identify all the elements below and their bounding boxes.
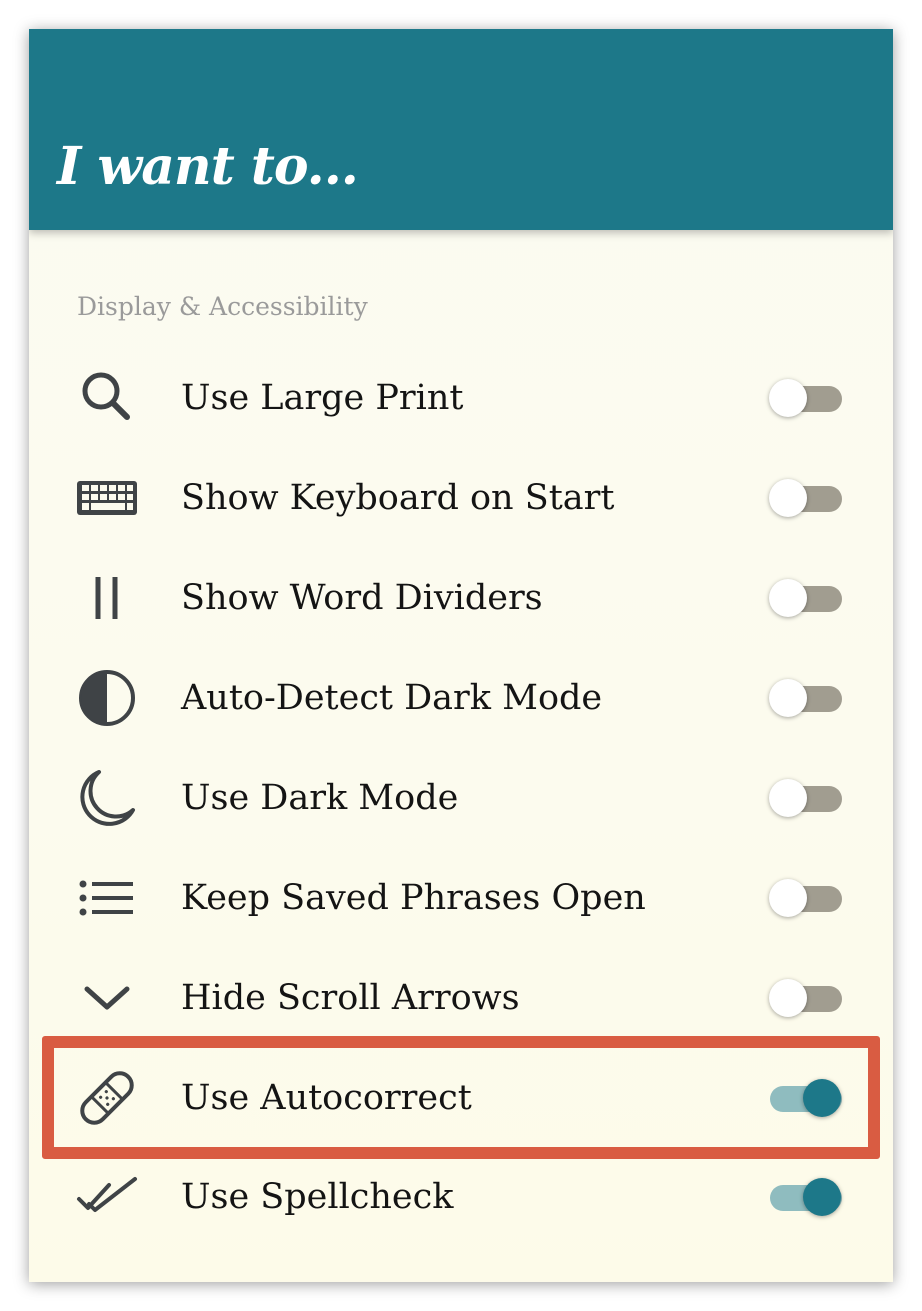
toggle-knob [769, 579, 807, 617]
toggle-knob [769, 379, 807, 417]
setting-row-keyboard-on-start[interactable]: Show Keyboard on Start [29, 448, 893, 548]
setting-label: Use Large Print [181, 378, 464, 418]
crescent-moon-icon [75, 766, 139, 830]
half-circle-contrast-icon [75, 666, 139, 730]
large-print-toggle[interactable] [769, 379, 842, 417]
setting-row-hide-scroll-arrows[interactable]: Hide Scroll Arrows [29, 948, 893, 1048]
setting-label: Show Keyboard on Start [181, 478, 615, 518]
toggle-knob [803, 1178, 841, 1216]
page-title: I want to... [57, 136, 359, 197]
setting-row-dark-mode[interactable]: Use Dark Mode [29, 748, 893, 848]
setting-label: Hide Scroll Arrows [181, 978, 520, 1018]
setting-row-keep-saved-phrases-open[interactable]: Keep Saved Phrases Open [29, 848, 893, 948]
double-check-icon [75, 1165, 139, 1229]
section-heading: Display & Accessibility [77, 292, 368, 321]
auto-detect-dark-mode-toggle[interactable] [769, 679, 842, 717]
toggle-knob [769, 479, 807, 517]
setting-row-spellcheck[interactable]: Use Spellcheck [29, 1147, 893, 1247]
setting-label: Keep Saved Phrases Open [181, 878, 646, 918]
setting-row-autocorrect[interactable]: Use Autocorrect [29, 1048, 893, 1148]
dark-mode-toggle[interactable] [769, 779, 842, 817]
setting-label: Use Spellcheck [181, 1177, 454, 1217]
chevron-down-icon [75, 966, 139, 1030]
word-divider-icon [75, 566, 139, 630]
hide-scroll-arrows-toggle[interactable] [769, 979, 842, 1017]
bandage-icon [75, 1066, 139, 1130]
header-bar: I want to... [29, 29, 893, 230]
setting-label: Show Word Dividers [181, 578, 543, 618]
setting-label: Auto-Detect Dark Mode [181, 678, 603, 718]
toggle-knob [769, 879, 807, 917]
toggle-knob [803, 1079, 841, 1117]
settings-panel: I want to... Display & Accessibility Use… [29, 29, 893, 1282]
setting-row-auto-detect-dark-mode[interactable]: Auto-Detect Dark Mode [29, 648, 893, 748]
setting-row-word-dividers[interactable]: Show Word Dividers [29, 548, 893, 648]
toggle-knob [769, 779, 807, 817]
keyboard-icon [75, 466, 139, 530]
keep-saved-phrases-open-toggle[interactable] [769, 879, 842, 917]
spellcheck-toggle[interactable] [770, 1178, 842, 1216]
toggle-knob [769, 679, 807, 717]
word-dividers-toggle[interactable] [769, 579, 842, 617]
setting-label: Use Autocorrect [181, 1078, 472, 1118]
setting-row-large-print[interactable]: Use Large Print [29, 348, 893, 448]
toggle-knob [769, 979, 807, 1017]
keyboard-on-start-toggle[interactable] [769, 479, 842, 517]
setting-label: Use Dark Mode [181, 778, 459, 818]
autocorrect-toggle[interactable] [770, 1079, 842, 1117]
magnifier-icon [75, 366, 139, 430]
bulleted-list-icon [75, 866, 139, 930]
